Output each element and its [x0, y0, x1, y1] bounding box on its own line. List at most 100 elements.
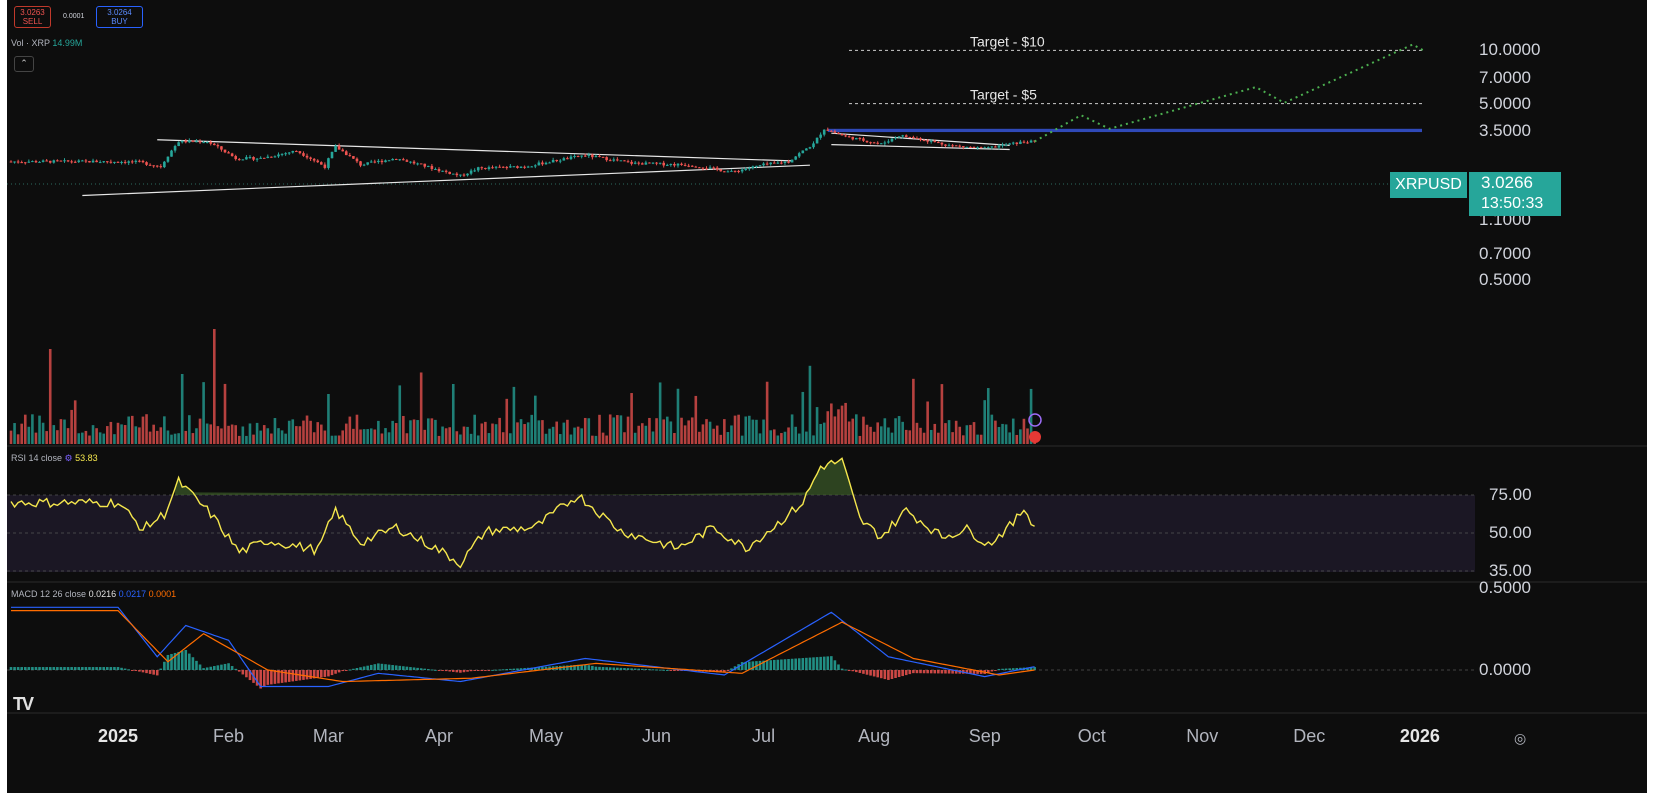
target-lines: Target - $10 Target - $5: [849, 33, 1422, 105]
macd-histogram-bar: [641, 668, 644, 670]
macd-histogram-bar: [473, 670, 476, 671]
candle-body: [184, 140, 188, 143]
candle-body: [598, 155, 601, 157]
volume-bar: [391, 420, 394, 444]
candle-body: [708, 167, 712, 169]
macd-histogram-bar: [876, 670, 880, 678]
macd-histogram-bar: [947, 670, 951, 674]
volume-bar: [444, 428, 448, 444]
volume-bar: [394, 423, 398, 444]
candle-body: [216, 145, 220, 147]
volume-bar: [77, 433, 81, 444]
candle-body: [45, 160, 48, 162]
macd-histogram-bar: [334, 670, 337, 674]
candle-body: [526, 166, 530, 168]
candle-body: [359, 161, 362, 166]
macd-histogram-bar: [309, 670, 312, 679]
macd-histogram-bar: [266, 670, 270, 685]
macd-histogram-bar: [837, 664, 840, 670]
time-tick: Nov: [1186, 726, 1219, 746]
volume-bar: [248, 423, 252, 444]
volume-bar: [120, 424, 123, 444]
candle-body: [163, 161, 166, 168]
candle-body: [444, 170, 448, 172]
candle-body: [847, 136, 851, 138]
candle-body: [680, 163, 683, 165]
candle-body: [551, 159, 555, 163]
volume-bar: [191, 433, 195, 444]
triangle-pattern: [82, 128, 1422, 197]
volume-bar: [434, 419, 437, 444]
candle-body: [366, 162, 369, 165]
macd-histogram-bar: [98, 667, 102, 670]
candle-body: [223, 149, 227, 153]
chart-canvas[interactable]: Target - $10 Target - $5: [7, 0, 1647, 793]
rsi-band: [7, 495, 1475, 572]
macd-histogram-bar: [466, 670, 469, 672]
candle-body: [912, 137, 915, 139]
resistance-zone: [827, 128, 1422, 133]
volume-bar: [787, 427, 790, 444]
volume-bar: [865, 424, 869, 444]
collapse-icon[interactable]: ⌃: [14, 56, 34, 72]
macd-histogram-bar: [409, 667, 412, 670]
volume-bar: [801, 391, 805, 444]
volume-bar: [530, 414, 534, 444]
settings-icon[interactable]: ◎: [1514, 730, 1526, 747]
macd-histogram-bar: [191, 657, 195, 670]
candle-body: [986, 147, 990, 149]
macd-histogram-bar: [273, 670, 277, 684]
macd-histogram-bar: [662, 669, 666, 671]
volume-bar: [344, 423, 348, 444]
time-tick: Oct: [1077, 726, 1106, 746]
candle-body: [908, 137, 912, 139]
volume-bar: [412, 419, 416, 444]
macd-histogram-bar: [120, 667, 123, 670]
candle-body: [56, 160, 59, 162]
volume-bar: [230, 424, 234, 444]
candle-body: [751, 166, 755, 169]
macd-histogram-bar: [359, 667, 362, 670]
macd-histogram-bar: [170, 653, 173, 670]
macd-histogram-bar: [180, 650, 184, 670]
target-label: Target - $5: [970, 87, 1037, 103]
volume-bar: [534, 395, 537, 444]
candle-body: [13, 161, 16, 163]
macd-histogram-bar: [163, 661, 166, 670]
volume-bar: [316, 422, 320, 444]
rsi-settings-icon[interactable]: ⚙: [65, 453, 73, 463]
volume-bar: [23, 414, 27, 444]
macd-histogram-bar: [355, 667, 359, 670]
volume-bar: [601, 432, 605, 444]
macd-histogram-bar: [284, 670, 287, 683]
candle-body: [330, 151, 334, 159]
candle-body: [195, 141, 198, 143]
volume-bar: [708, 421, 712, 444]
sell-button[interactable]: 3.0263 SELL: [14, 6, 51, 28]
volume-bar: [423, 429, 427, 444]
symbol-tag: XRPUSD: [1390, 172, 1467, 198]
volume-bar: [227, 425, 230, 444]
volume-bar: [170, 434, 173, 444]
volume-bar: [409, 420, 412, 444]
volume-bar: [166, 430, 170, 444]
macd-histogram-bar: [205, 667, 209, 670]
macd-histogram-bar: [505, 669, 509, 671]
macd-histogram-bar: [498, 669, 501, 671]
time-tick: Mar: [312, 726, 344, 746]
volume-bar: [730, 425, 733, 444]
macd-histogram-bar: [141, 670, 145, 673]
macd-histogram-bar: [109, 667, 113, 670]
candle-body: [155, 165, 159, 167]
volume-bar: [655, 418, 658, 444]
candle-body: [234, 156, 238, 160]
candle-body: [323, 164, 327, 168]
candle-body: [719, 169, 723, 172]
volume-bar: [794, 426, 797, 444]
macd-histogram-bar: [897, 670, 901, 678]
macd-histogram-bar: [797, 658, 801, 670]
candle-body: [245, 157, 248, 160]
candle-body: [23, 162, 27, 164]
volume-bar: [476, 435, 480, 444]
buy-button[interactable]: 3.0264 BUY: [96, 6, 143, 28]
